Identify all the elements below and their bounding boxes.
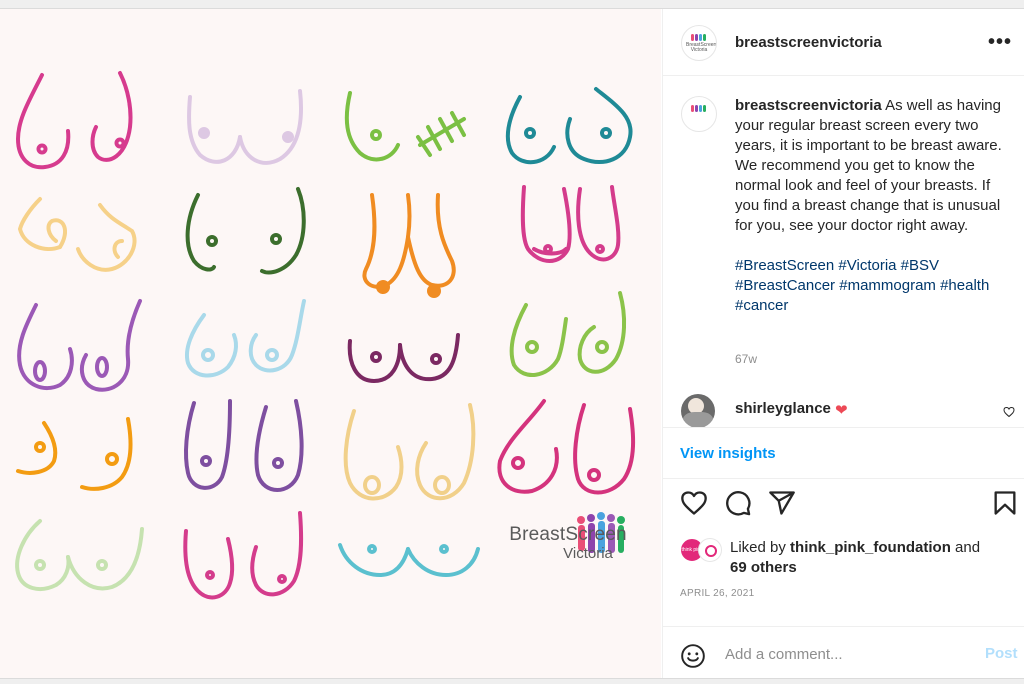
caption-text: breastscreenvictoria As well as having y… bbox=[735, 96, 1007, 316]
hashtag[interactable]: #Victoria bbox=[838, 257, 896, 274]
drawing-11 bbox=[347, 333, 460, 384]
drawing-4 bbox=[505, 87, 633, 164]
comment-username[interactable]: shirleyglance bbox=[735, 400, 831, 417]
post-date[interactable]: APRIL 26, 2021 bbox=[680, 588, 754, 599]
paper-plane-icon[interactable] bbox=[768, 489, 796, 517]
drawing-14 bbox=[184, 399, 304, 492]
hashtag[interactable]: #cancer bbox=[735, 297, 788, 314]
brand-sub: Victoria bbox=[563, 545, 613, 562]
comment-like-icon[interactable] bbox=[1003, 406, 1015, 418]
hashtags: #BreastScreen #Victoria #BSV #BreastCanc… bbox=[735, 256, 1007, 316]
post-comment-button[interactable]: Post bbox=[985, 645, 1018, 662]
breast-illustrations bbox=[15, 71, 636, 600]
comment-row: shirleyglance ❤ bbox=[663, 394, 1024, 428]
bookmark-icon[interactable] bbox=[991, 489, 1019, 517]
hashtag[interactable]: #BSV bbox=[901, 257, 939, 274]
likes-and: and bbox=[955, 539, 981, 556]
add-comment-bar: Post bbox=[663, 626, 1024, 679]
browser-top-border bbox=[0, 0, 1024, 9]
view-insights-bar: View insights bbox=[663, 427, 1024, 479]
drawing-16 bbox=[497, 399, 636, 495]
drawing-12 bbox=[509, 291, 627, 377]
comment-avatar[interactable] bbox=[681, 394, 715, 428]
caption-block: breastscreenvictoria As well as having y… bbox=[663, 76, 1024, 400]
emoji-icon[interactable] bbox=[680, 643, 706, 669]
header-username[interactable]: breastscreenvictoria bbox=[735, 34, 882, 51]
brand-wordmark: BreastScreen Victoria bbox=[508, 524, 628, 562]
drawing-18 bbox=[183, 511, 304, 600]
drawing-9 bbox=[17, 299, 142, 392]
caption-body: As well as having your regular breast sc… bbox=[735, 97, 1002, 234]
post-header: BreastScreen Victoria breastscreenvictor… bbox=[663, 9, 1024, 76]
caption-avatar[interactable] bbox=[681, 96, 717, 132]
comment-input[interactable] bbox=[723, 640, 967, 668]
hashtag[interactable]: #BreastCancer bbox=[735, 277, 835, 294]
browser-bottom-border bbox=[0, 678, 1024, 684]
likes-prefix: Liked by bbox=[730, 539, 786, 556]
likes-user[interactable]: think_pink_foundation bbox=[790, 539, 951, 556]
drawing-17 bbox=[15, 519, 144, 591]
avatar-logo-text: BreastScreen Victoria bbox=[686, 42, 717, 53]
likes-summary: think pink Liked by think_pink_foundatio… bbox=[680, 538, 1020, 578]
drawing-7 bbox=[362, 193, 456, 298]
action-bar bbox=[663, 489, 1024, 521]
post-image: BreastScreen Victoria bbox=[0, 9, 661, 678]
drawing-8 bbox=[520, 185, 621, 263]
drawing-6 bbox=[185, 187, 306, 275]
caption-timestamp[interactable]: 67w bbox=[735, 352, 757, 366]
drawing-13 bbox=[16, 417, 133, 491]
profile-avatar[interactable]: BreastScreen Victoria bbox=[681, 25, 717, 61]
post-sidebar: BreastScreen Victoria breastscreenvictor… bbox=[662, 9, 1024, 678]
drawing-3 bbox=[344, 91, 466, 162]
drawing-19 bbox=[338, 543, 480, 578]
hashtag[interactable]: #mammogram bbox=[839, 277, 936, 294]
drawing-2 bbox=[187, 89, 303, 165]
likes-text: Liked by think_pink_foundation and 69 ot… bbox=[730, 538, 1020, 578]
hashtag[interactable]: #BreastScreen bbox=[735, 257, 834, 274]
more-horizontal-icon[interactable]: ••• bbox=[988, 31, 1012, 54]
comment-icon[interactable] bbox=[724, 489, 752, 517]
drawing-15 bbox=[343, 403, 476, 501]
hashtag[interactable]: #health bbox=[940, 277, 989, 294]
liker-avatar-2[interactable] bbox=[698, 538, 722, 562]
heart-icon[interactable] bbox=[680, 489, 708, 517]
drawing-10 bbox=[185, 299, 306, 378]
likes-others[interactable]: 69 others bbox=[730, 559, 797, 576]
drawing-5 bbox=[17, 197, 137, 272]
heart-emoji: ❤ bbox=[835, 402, 848, 419]
view-insights-link[interactable]: View insights bbox=[680, 445, 776, 462]
caption-username[interactable]: breastscreenvictoria bbox=[735, 97, 882, 114]
drawing-1 bbox=[15, 71, 133, 170]
brand-name: BreastScreen bbox=[509, 524, 627, 545]
